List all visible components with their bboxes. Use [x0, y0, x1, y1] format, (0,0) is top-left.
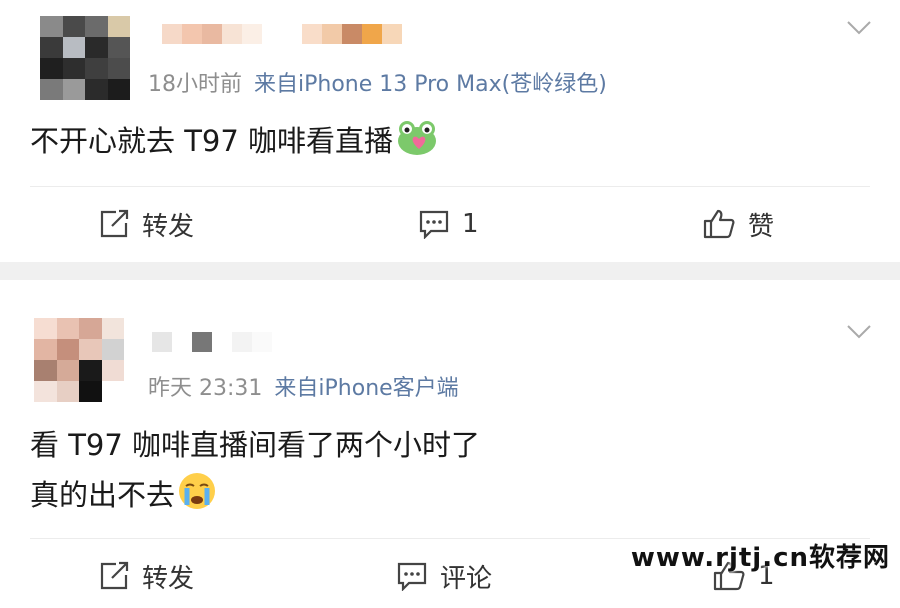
repost-label: 转发	[142, 563, 195, 594]
chevron-down-icon[interactable]	[846, 20, 872, 36]
frog-heart-emoji-icon	[395, 117, 439, 172]
comment-button[interactable]: 1	[418, 194, 479, 254]
avatar[interactable]	[34, 318, 124, 402]
feed-post-1: 18小时前 来自iPhone 13 Pro Max(苍岭绿色) 不开心就去 T97…	[0, 0, 900, 262]
like-button[interactable]: 赞	[702, 194, 774, 254]
post-content-line: 看 T97 咖啡直播间看了两个小时了	[30, 428, 481, 462]
post-content: 看 T97 咖啡直播间看了两个小时了 真的出不去	[30, 420, 480, 526]
repost-icon	[100, 561, 129, 590]
post-content-line: 真的出不去	[30, 478, 176, 512]
like-label: 赞	[748, 211, 775, 242]
post-meta: 18小时前 来自iPhone 13 Pro Max(苍岭绿色)	[148, 66, 619, 98]
username[interactable]	[162, 24, 402, 44]
like-icon	[703, 209, 735, 239]
comment-icon	[419, 210, 449, 239]
repost-button[interactable]: 转发	[98, 194, 194, 254]
repost-label: 转发	[142, 211, 195, 242]
crying-face-emoji-icon	[177, 471, 217, 526]
post-time: 18小时前	[148, 72, 242, 97]
username[interactable]	[152, 332, 272, 352]
post-content: 不开心就去 T97 咖啡看直播	[30, 116, 439, 172]
comment-icon	[397, 562, 427, 591]
post-time: 昨天 23:31	[148, 376, 263, 401]
divider	[30, 186, 870, 187]
repost-button[interactable]: 转发	[98, 546, 194, 606]
post-source[interactable]: 来自iPhone 13 Pro Max(苍岭绿色)	[254, 72, 607, 97]
post-source[interactable]: 来自iPhone客户端	[274, 376, 458, 401]
post-meta: 昨天 23:31 来自iPhone客户端	[148, 370, 471, 402]
comment-count: 1	[462, 209, 479, 239]
watermark: www.rjtj.cn软荐网	[630, 543, 890, 573]
post-content-line: 不开心就去 T97 咖啡看直播	[30, 124, 394, 158]
chevron-down-icon[interactable]	[846, 324, 872, 340]
comment-button[interactable]: 评论	[396, 546, 492, 606]
comment-label: 评论	[440, 563, 493, 594]
avatar[interactable]	[40, 16, 130, 100]
post-separator	[0, 262, 900, 280]
repost-icon	[100, 209, 129, 238]
action-bar: 转发 1 赞	[0, 194, 900, 254]
